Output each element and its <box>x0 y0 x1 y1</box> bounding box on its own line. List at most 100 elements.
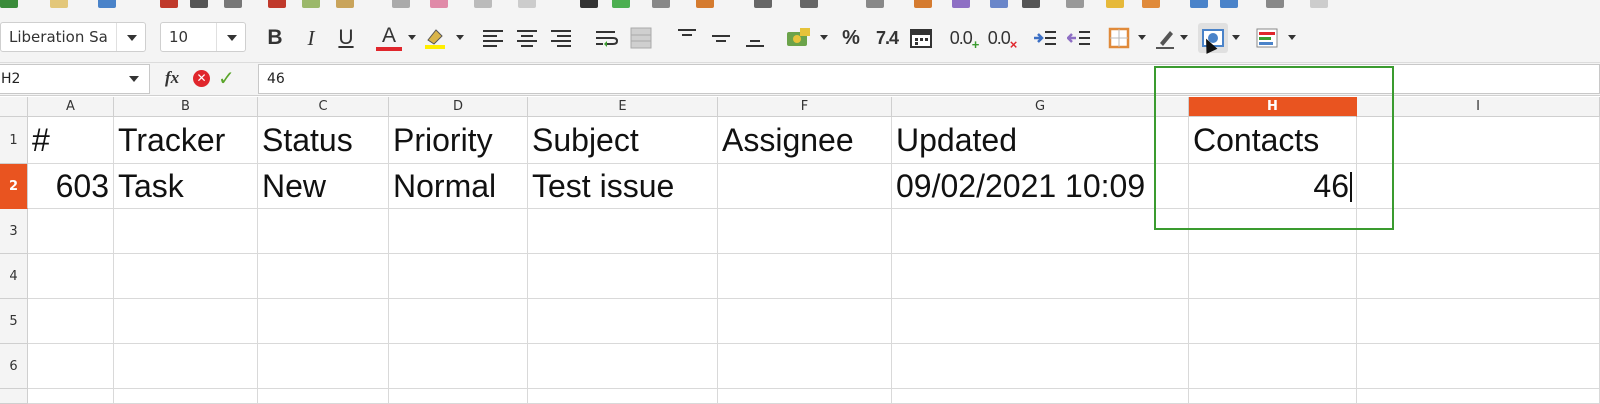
cell-c6[interactable] <box>258 344 389 389</box>
column-icon[interactable] <box>696 0 714 8</box>
freeze-rows-icon[interactable] <box>1220 0 1238 8</box>
cell-e2[interactable]: Test issue <box>528 164 718 209</box>
wrap-text-button[interactable] <box>594 25 620 51</box>
insert-chart-icon[interactable] <box>952 0 970 8</box>
undo-icon[interactable] <box>474 0 492 8</box>
row-header-5[interactable]: 5 <box>0 299 28 344</box>
font-color-button[interactable]: A <box>376 24 402 51</box>
cell-f7[interactable] <box>718 389 892 404</box>
cell-e1[interactable]: Subject <box>528 117 718 164</box>
cell-b7[interactable] <box>114 389 258 404</box>
italic-button[interactable]: I <box>298 25 324 51</box>
pivot-table-icon[interactable] <box>990 0 1008 8</box>
sort-ascending-icon[interactable] <box>754 0 772 8</box>
borders-button[interactable] <box>1106 25 1132 51</box>
font-color-dropdown-icon[interactable] <box>408 35 416 40</box>
cell-f1[interactable]: Assignee <box>718 117 892 164</box>
row-header-7[interactable] <box>0 389 28 404</box>
column-header-h[interactable]: H <box>1189 97 1357 117</box>
column-header-i[interactable]: I <box>1357 97 1600 117</box>
formula-input[interactable]: 46 <box>258 64 1600 94</box>
hyperlink-icon[interactable] <box>1066 0 1084 8</box>
cell-c3[interactable] <box>258 209 389 254</box>
font-name-combobox[interactable]: Liberation Sa <box>0 22 146 52</box>
align-middle-button[interactable] <box>708 25 734 51</box>
cell-e7[interactable] <box>528 389 718 404</box>
column-header-a[interactable]: A <box>28 97 114 117</box>
row-icon[interactable] <box>652 0 670 8</box>
formula-input-value[interactable]: 46 <box>267 71 285 87</box>
find-replace-icon[interactable] <box>580 0 598 8</box>
border-style-button[interactable] <box>1152 25 1178 51</box>
special-character-icon[interactable] <box>1022 0 1040 8</box>
cell-g2[interactable]: 09/02/2021 10:09 <box>892 164 1189 209</box>
add-decimal-button[interactable]: 0.0 + <box>948 25 980 52</box>
cell-d5[interactable] <box>389 299 528 344</box>
delete-decimal-button[interactable]: 0.0 × <box>986 25 1018 52</box>
clone-formatting-icon[interactable] <box>392 0 410 8</box>
comment-icon[interactable] <box>1106 0 1124 8</box>
clear-formatting-icon[interactable] <box>430 0 448 8</box>
cell-b5[interactable] <box>114 299 258 344</box>
column-header-b[interactable]: B <box>114 97 258 117</box>
column-header-e[interactable]: E <box>528 97 718 117</box>
sort-descending-icon[interactable] <box>800 0 818 8</box>
print-preview-icon[interactable] <box>224 0 242 8</box>
cell-b3[interactable] <box>114 209 258 254</box>
align-bottom-button[interactable] <box>742 25 768 51</box>
autofilter-icon[interactable] <box>866 0 884 8</box>
bold-button[interactable]: B <box>262 25 288 51</box>
cell-d1[interactable]: Priority <box>389 117 528 164</box>
cell-f6[interactable] <box>718 344 892 389</box>
align-top-button[interactable] <box>674 25 700 51</box>
cut-icon[interactable] <box>268 0 286 8</box>
cell-g7[interactable] <box>892 389 1189 404</box>
chevron-down-icon[interactable] <box>116 23 145 51</box>
align-left-button[interactable] <box>480 25 506 51</box>
row-header-3[interactable]: 3 <box>0 209 28 254</box>
column-header-d[interactable]: D <box>389 97 528 117</box>
cell-i3[interactable] <box>1357 209 1600 254</box>
function-wizard-icon[interactable]: fx <box>165 68 179 88</box>
cell-a5[interactable] <box>28 299 114 344</box>
highlight-button[interactable] <box>422 25 448 51</box>
cell-g1[interactable]: Updated <box>892 117 1189 164</box>
styles-dropdown-icon[interactable] <box>1288 35 1296 40</box>
save-icon[interactable] <box>98 0 116 8</box>
row-header-6[interactable]: 6 <box>0 344 28 389</box>
cell-a6[interactable] <box>28 344 114 389</box>
decrease-indent-button[interactable] <box>1066 25 1092 51</box>
row-header-1[interactable]: 1 <box>0 117 28 164</box>
cell-d2[interactable]: Normal <box>389 164 528 209</box>
border-style-dropdown-icon[interactable] <box>1180 35 1188 40</box>
cell-c7[interactable] <box>258 389 389 404</box>
cell-a7[interactable] <box>28 389 114 404</box>
align-center-button[interactable] <box>514 25 540 51</box>
date-button[interactable] <box>908 25 934 51</box>
column-header-c[interactable]: C <box>258 97 389 117</box>
styles-button[interactable] <box>1254 25 1280 51</box>
number-format-button[interactable]: 7.4 <box>870 25 904 51</box>
currency-button[interactable] <box>786 25 812 51</box>
paste-icon[interactable] <box>336 0 354 8</box>
chevron-down-icon[interactable] <box>119 65 149 93</box>
percent-button[interactable]: % <box>838 25 864 51</box>
cell-d4[interactable] <box>389 254 528 299</box>
print-icon[interactable] <box>190 0 208 8</box>
cell-g3[interactable] <box>892 209 1189 254</box>
cell-h6[interactable] <box>1189 344 1357 389</box>
cell-g4[interactable] <box>892 254 1189 299</box>
spelling-icon[interactable] <box>612 0 630 8</box>
redo-icon[interactable] <box>518 0 536 8</box>
define-print-area-icon[interactable] <box>1190 0 1208 8</box>
row-header-4[interactable]: 4 <box>0 254 28 299</box>
cell-a3[interactable] <box>28 209 114 254</box>
font-size-value[interactable]: 10 <box>169 28 188 46</box>
font-size-combobox[interactable]: 10 <box>160 22 246 52</box>
cell-g5[interactable] <box>892 299 1189 344</box>
cell-e5[interactable] <box>528 299 718 344</box>
export-pdf-icon[interactable] <box>160 0 178 8</box>
cell-f2[interactable] <box>718 164 892 209</box>
name-box-value[interactable]: H2 <box>1 71 20 87</box>
split-window-icon[interactable] <box>1266 0 1284 8</box>
